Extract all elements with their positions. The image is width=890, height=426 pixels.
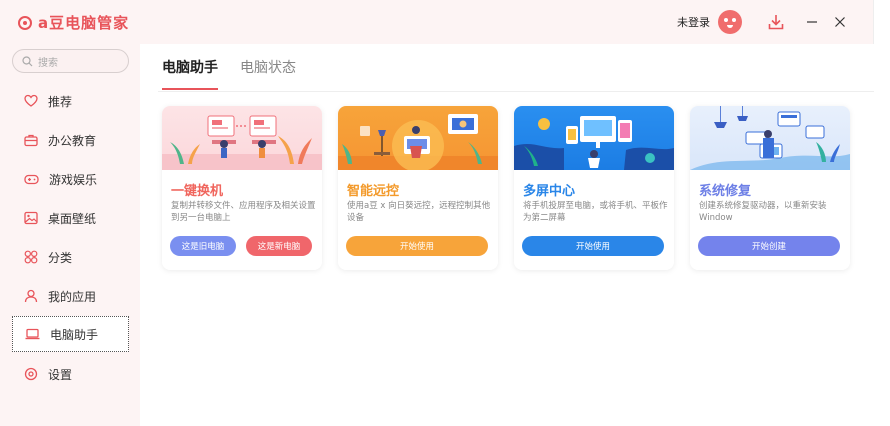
sidebar-item-label: 电脑助手 — [50, 327, 99, 342]
close-icon — [835, 17, 845, 27]
sidebar-item-label: 桌面壁纸 — [48, 211, 97, 226]
card-title: 系统修复 — [699, 184, 752, 199]
sidebar-item-recommend[interactable]: 推荐 — [12, 83, 129, 119]
remote-illustration — [338, 114, 498, 170]
multiscreen-start-button[interactable]: 开始使用 — [522, 236, 664, 256]
card-remote-control: 智能远控 使用a豆 x 向日葵远控，远程控制其他设备 开始使用 — [338, 106, 498, 270]
card-pc-migration: 一键换机 复制并转移文件、应用程序及相关设置到另一台电脑上 这是旧电脑 这是新电… — [162, 106, 322, 270]
card-description: 复制并转移文件、应用程序及相关设置到另一台电脑上 — [171, 201, 316, 223]
app-window: a豆电脑管家 未登录 搜索 推荐 办公教育 游戏娱乐 桌面壁纸 分类 我的应用 … — [0, 0, 874, 426]
close-button[interactable] — [826, 10, 854, 34]
gamepad-icon — [24, 174, 39, 185]
multiscreen-illustration — [514, 116, 674, 170]
tab-pc-assistant[interactable]: 电脑助手 — [162, 58, 218, 90]
card-illustration — [690, 106, 850, 170]
card-title: 智能远控 — [347, 184, 400, 199]
avatar[interactable] — [718, 10, 742, 34]
new-pc-button[interactable]: 这是新电脑 — [246, 236, 312, 256]
card-title: 多屏中心 — [523, 184, 576, 199]
title-bar-controls: 未登录 — [677, 10, 854, 34]
card-illustration — [338, 106, 498, 170]
title-bar: a豆电脑管家 未登录 — [0, 0, 874, 44]
search-input[interactable]: 搜索 — [12, 49, 129, 73]
sidebar-item-my-apps[interactable]: 我的应用 — [12, 278, 129, 314]
remote-start-button[interactable]: 开始使用 — [346, 236, 488, 256]
logo-icon — [18, 15, 32, 30]
card-description: 创建系统修复驱动器，以重新安装Window — [699, 201, 827, 223]
sidebar-item-games[interactable]: 游戏娱乐 — [12, 161, 129, 197]
sidebar-item-category[interactable]: 分类 — [12, 239, 129, 275]
download-button[interactable] — [762, 10, 790, 34]
sidebar-item-label: 设置 — [48, 367, 73, 382]
card-system-repair: 系统修复 创建系统修复驱动器，以重新安装Window 开始创建 — [690, 106, 850, 270]
card-multi-screen: 多屏中心 将手机投屏至电脑，或将手机、平板作为第二屏幕 开始使用 — [514, 106, 674, 270]
app-logo: a豆电脑管家 — [18, 12, 129, 33]
search-icon — [22, 55, 33, 66]
tab-bar: 电脑助手 电脑状态 — [162, 58, 296, 90]
briefcase-icon — [24, 134, 38, 147]
card-description: 使用a豆 x 向日葵远控，远程控制其他设备 — [347, 201, 491, 223]
sidebar: 搜索 推荐 办公教育 游戏娱乐 桌面壁纸 分类 我的应用 电脑助手 设置 — [0, 44, 140, 426]
tab-divider — [158, 91, 874, 92]
sidebar-item-pc-assistant[interactable]: 电脑助手 — [12, 316, 129, 352]
sidebar-item-wallpaper[interactable]: 桌面壁纸 — [12, 200, 129, 236]
migration-illustration — [162, 115, 322, 170]
sidebar-item-label: 分类 — [48, 250, 73, 265]
old-pc-button[interactable]: 这是旧电脑 — [170, 236, 236, 256]
download-icon — [768, 15, 784, 30]
sidebar-item-label: 游戏娱乐 — [49, 172, 98, 187]
grid-icon — [24, 250, 38, 264]
sidebar-item-label: 推荐 — [48, 94, 73, 109]
heart-icon — [24, 94, 38, 107]
window-edge — [874, 0, 890, 426]
card-description: 将手机投屏至电脑，或将手机、平板作为第二屏幕 — [523, 201, 668, 223]
app-title: a豆电脑管家 — [38, 14, 130, 32]
search-placeholder: 搜索 — [38, 57, 58, 69]
user-icon — [24, 289, 38, 303]
card-title: 一键换机 — [171, 184, 224, 199]
sidebar-item-settings[interactable]: 设置 — [12, 356, 129, 392]
settings-icon — [24, 367, 38, 381]
repair-create-button[interactable]: 开始创建 — [698, 236, 840, 256]
card-illustration — [514, 106, 674, 170]
login-status[interactable]: 未登录 — [677, 14, 710, 30]
sidebar-item-office-education[interactable]: 办公教育 — [12, 122, 129, 158]
image-icon — [24, 211, 38, 225]
tab-pc-status[interactable]: 电脑状态 — [240, 58, 296, 90]
card-illustration — [162, 106, 322, 170]
sidebar-item-label: 我的应用 — [48, 289, 97, 304]
main-content: 电脑助手 电脑状态 一键换机 复制并转移文件、应用程序及相关设置到另一台电脑上 … — [140, 44, 874, 426]
minimize-button[interactable] — [798, 10, 826, 34]
laptop-icon — [25, 328, 40, 340]
minimize-icon — [807, 21, 817, 23]
repair-illustration — [690, 106, 850, 170]
sidebar-item-label: 办公教育 — [48, 133, 97, 148]
